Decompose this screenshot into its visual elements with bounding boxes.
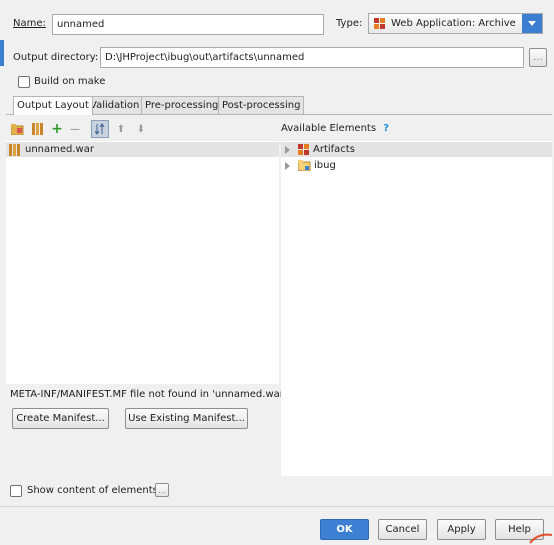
add-glyph: + — [51, 121, 63, 137]
remove-icon[interactable]: — — [68, 122, 82, 136]
tree-item-unnamed-war[interactable]: unnamed.war — [6, 142, 279, 157]
tab-validation[interactable]: Validation — [86, 96, 144, 114]
tab-post-processing[interactable]: Post-processing — [218, 96, 305, 114]
artifacts-icon — [298, 144, 309, 155]
show-content-checkbox[interactable] — [10, 485, 22, 497]
help-icon[interactable]: ? — [383, 123, 389, 134]
name-label-text: Name: — [13, 18, 46, 29]
web-archive-icon — [374, 17, 385, 29]
build-on-make-checkbox[interactable] — [18, 76, 30, 88]
show-content-options-button[interactable]: ... — [155, 483, 169, 497]
ok-button[interactable]: OK — [320, 519, 369, 540]
tree-item-label: Artifacts — [313, 144, 355, 155]
annotation-mark — [529, 533, 553, 544]
footer-separator — [0, 506, 554, 507]
move-up-icon[interactable]: ⬆ — [114, 122, 128, 136]
name-field[interactable] — [52, 14, 324, 35]
expand-arrow-icon[interactable] — [285, 161, 290, 170]
cancel-button[interactable]: Cancel — [378, 519, 427, 540]
available-elements-header: Available Elements ? — [281, 123, 389, 134]
expand-arrow-icon[interactable] — [285, 145, 290, 154]
type-select[interactable]: Web Application: Archive — [368, 13, 543, 34]
apply-button[interactable]: Apply — [437, 519, 486, 540]
available-elements-tree[interactable]: Artifacts ibug — [281, 141, 552, 476]
build-on-make-text: Build on make — [34, 76, 106, 87]
move-down-icon[interactable]: ⬇ — [134, 122, 148, 136]
tab-output-layout[interactable]: Output Layout — [13, 96, 93, 115]
new-folder-icon[interactable] — [10, 122, 24, 136]
tree-item-ibug[interactable]: ibug — [281, 158, 552, 173]
window-edge-accent — [0, 40, 4, 66]
type-select-value: Web Application: Archive — [391, 18, 516, 29]
show-content-label: Show content of elements — [27, 485, 158, 496]
move-down-glyph: ⬇ — [136, 123, 146, 135]
use-existing-manifest-label: Use Existing Manifest... — [128, 413, 245, 424]
output-directory-label: Output directory: — [13, 52, 99, 63]
output-directory-field[interactable] — [100, 47, 524, 68]
build-on-make-label: Build on make — [34, 76, 105, 87]
manifest-message: META-INF/MANIFEST.MF file not found in '… — [10, 389, 287, 400]
create-manifest-button[interactable]: Create Manifest... — [12, 408, 109, 429]
output-layout-tree[interactable]: unnamed.war — [6, 141, 279, 384]
available-elements-title: Available Elements — [281, 123, 377, 134]
browse-button[interactable]: ... — [529, 48, 547, 67]
tree-item-label: ibug — [314, 160, 336, 171]
archive-icon[interactable] — [30, 122, 44, 136]
sort-icon[interactable] — [91, 120, 109, 138]
war-archive-icon — [9, 143, 20, 156]
create-manifest-label: Create Manifest... — [16, 413, 105, 424]
module-folder-icon — [298, 160, 311, 171]
tree-item-label: unnamed.war — [25, 144, 94, 155]
chevron-down-icon[interactable] — [522, 14, 542, 33]
tree-item-artifacts[interactable]: Artifacts — [281, 142, 552, 157]
use-existing-manifest-button[interactable]: Use Existing Manifest... — [125, 408, 248, 429]
move-up-glyph: ⬆ — [116, 123, 126, 135]
type-label: Type: — [336, 18, 363, 29]
tab-pre-processing[interactable]: Pre-processing — [141, 96, 223, 114]
name-label: Name: — [13, 18, 46, 29]
add-icon[interactable]: + — [50, 121, 64, 137]
remove-glyph: — — [70, 123, 80, 135]
apply-label: Apply — [447, 524, 476, 535]
